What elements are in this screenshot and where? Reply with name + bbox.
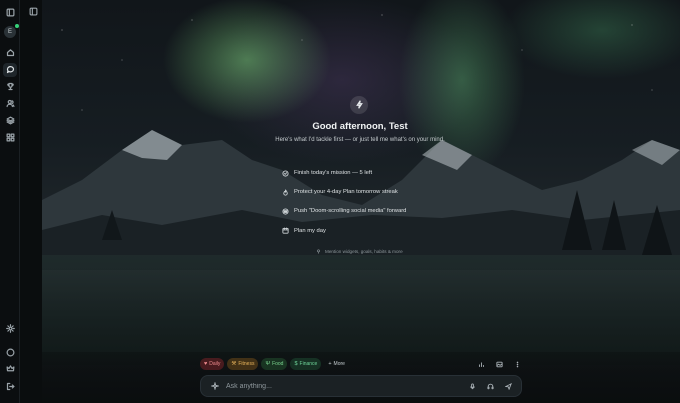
send-icon [503, 377, 512, 395]
mention-hint-text: Mention widgets, goals, habits & more [325, 249, 403, 254]
suggestion-label: Plan my day [294, 227, 326, 234]
logout-icon [6, 378, 15, 396]
chip-daily[interactable]: ♥ Daily [200, 358, 225, 370]
user-avatar-initial: E [7, 29, 12, 35]
composer [200, 375, 522, 397]
suggestion-label: Push "Doom-scrolling social media" forwa… [294, 208, 407, 215]
flame-icon [281, 188, 289, 196]
chip-label: Food [272, 361, 284, 367]
suggestion-item-push[interactable]: Push "Doom-scrolling social media" forwa… [281, 206, 451, 216]
microphone-button[interactable] [467, 381, 477, 391]
suggestion-item-plan[interactable]: Plan my day [281, 226, 451, 236]
sidebar-item-people[interactable] [3, 97, 17, 111]
chip-food[interactable]: Ψ Food [261, 358, 288, 370]
target-icon [281, 169, 289, 177]
suggestion-item-streak[interactable]: Protect your 4-day Plan tomorrow streak [281, 187, 451, 197]
image-icon [495, 355, 503, 373]
headphones-icon [486, 377, 494, 395]
chat-icon [6, 61, 15, 79]
hero-badge [350, 96, 368, 114]
chip-fitness[interactable]: ⚒ Fitness [227, 358, 259, 370]
dollar-icon: $ [294, 361, 298, 367]
suggestion-label: Finish today's mission — 5 left [294, 170, 373, 176]
suggestion-item-mission[interactable]: Finish today's mission — 5 left [281, 168, 451, 178]
chip-finance[interactable]: $ Finance [290, 358, 322, 370]
category-chips: ♥ Daily ⚒ Fitness Ψ Food $ Finance + Mor… [200, 358, 349, 370]
sidebar-item-chat[interactable] [3, 63, 17, 77]
composer-tools [476, 359, 522, 369]
mention-hint: Mention widgets, goals, habits & more [316, 249, 403, 254]
sidebar-item-logout[interactable] [3, 380, 17, 394]
lake-reflection [42, 255, 680, 365]
sidebar-item-layers[interactable] [3, 114, 17, 128]
layers-icon [6, 112, 15, 130]
pin-icon [316, 249, 321, 254]
suggestion-label: Protect your 4-day Plan tomorrow streak [294, 189, 398, 196]
crown-icon [6, 360, 15, 378]
sparkle-icon [210, 381, 220, 391]
more-options-button[interactable] [512, 359, 522, 369]
sidebar-toggle-icon [6, 4, 15, 22]
sidebar-item-settings[interactable] [3, 322, 17, 336]
ask-input[interactable] [226, 382, 467, 390]
sidebar-item-apps[interactable] [3, 131, 17, 145]
people-icon [6, 95, 15, 113]
chip-label: Fitness [238, 361, 255, 367]
fork-knife-icon: Ψ [265, 361, 271, 367]
push-icon [281, 207, 289, 215]
calendar-icon [281, 227, 289, 235]
chip-label: Finance [299, 361, 318, 367]
chip-more[interactable]: + More [324, 358, 349, 370]
sidebar-item-home[interactable] [3, 46, 17, 60]
sidebar-toggle-button[interactable] [3, 6, 17, 20]
trophy-icon [6, 78, 15, 96]
home-icon [6, 44, 15, 62]
bar-chart-icon [478, 355, 485, 373]
panel-icon [29, 3, 38, 21]
send-button[interactable] [503, 381, 513, 391]
sidebar-item-profile[interactable] [3, 346, 17, 360]
canvas-button[interactable] [494, 359, 504, 369]
sidebar-item-trophy[interactable] [3, 80, 17, 94]
online-status-dot [15, 24, 19, 28]
grid-icon [6, 129, 15, 147]
stats-button[interactable] [476, 359, 486, 369]
chip-label: Daily [209, 361, 221, 367]
heart-icon: ♥ [204, 361, 208, 367]
panel-toggle-button[interactable] [27, 6, 39, 18]
greeting-subtitle: Here's what I'd tackle first — or just t… [275, 137, 445, 143]
sidebar: E [0, 0, 20, 403]
plus-icon: + [328, 361, 332, 367]
greeting-title: Good afternoon, Test [312, 121, 408, 132]
kebab-icon [514, 355, 521, 373]
headphones-button[interactable] [485, 381, 495, 391]
dumbbell-icon: ⚒ [231, 361, 237, 367]
chip-label: More [333, 361, 345, 367]
microphone-icon [469, 377, 476, 395]
lightning-icon [355, 96, 364, 114]
gear-icon [5, 320, 15, 338]
suggestion-list: Finish today's mission — 5 left Protect … [281, 168, 451, 245]
user-avatar[interactable]: E [4, 26, 16, 38]
app-root: E Good afternoon, Test Here's what I'd t… [0, 0, 680, 403]
sidebar-item-crown[interactable] [3, 362, 17, 376]
